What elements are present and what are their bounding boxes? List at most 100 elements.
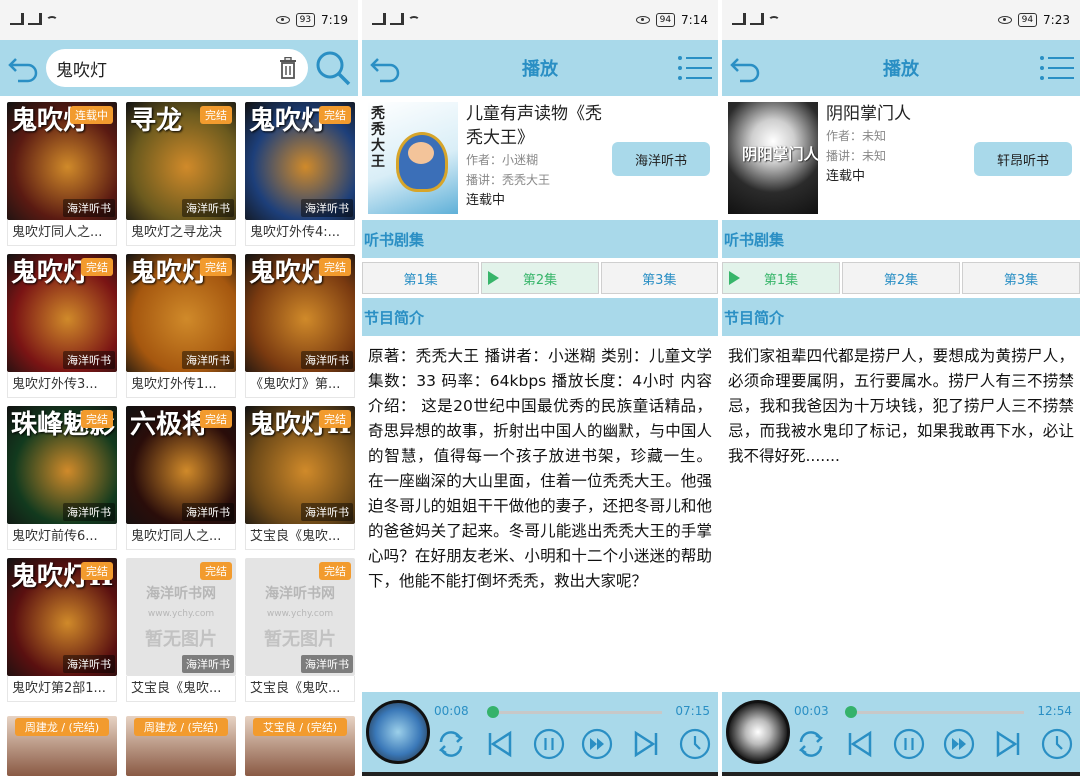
result-tile[interactable]: 寻龙 完结 海洋听书 鬼吹灯之寻龙决	[126, 102, 236, 254]
status-badge: 完结	[319, 258, 351, 276]
source-label: 海洋听书	[301, 351, 353, 369]
episodes-header: 听书剧集	[362, 220, 718, 258]
progress-knob[interactable]	[487, 706, 500, 718]
source-label: 海洋听书	[63, 199, 115, 217]
pause-icon[interactable]	[532, 727, 566, 765]
cover-title: 鬼吹灯	[11, 258, 90, 288]
narrator-value: 未知	[862, 149, 887, 163]
result-tile[interactable]: 鬼吹灯 完结 海洋听书 鬼吹灯外传1...	[126, 254, 236, 406]
fast-forward-icon[interactable]	[580, 727, 614, 765]
wifi-icon	[46, 15, 58, 25]
search-icon[interactable]	[314, 49, 352, 87]
narrator-badge: 艾宝良 / (完结)	[253, 718, 347, 736]
source-label: 海洋听书	[182, 655, 234, 673]
book-cover: 鬼吹灯 完结 海洋听书	[126, 254, 236, 372]
signal-icon	[750, 13, 764, 25]
status-badge: 完结	[81, 410, 113, 428]
placeholder-cover: 海洋听书网 www.ychy.com 暂无图片 完结 海洋听书	[126, 558, 236, 676]
result-tile[interactable]: 鬼吹灯 连载中 海洋听书 鬼吹灯同人之...	[7, 102, 117, 254]
next-icon[interactable]	[629, 727, 663, 765]
episode-button[interactable]: 第2集	[481, 262, 599, 294]
player-header: 播放	[362, 40, 718, 96]
playing-icon	[729, 271, 740, 285]
clock: 7:14	[681, 13, 708, 27]
episode-button[interactable]: 第1集	[362, 262, 480, 294]
search-header	[0, 40, 358, 96]
playlist-menu-icon[interactable]	[1040, 54, 1074, 82]
trash-icon[interactable]	[278, 57, 298, 79]
result-tile[interactable]: 海洋听书网 www.ychy.com 暂无图片 完结 海洋听书 艾宝良《鬼吹...	[245, 558, 355, 710]
episode-button[interactable]: 第2集	[842, 262, 960, 294]
source-button[interactable]: 轩昂听书	[974, 142, 1072, 176]
result-tile[interactable]: 鬼吹灯II 完结 海洋听书 艾宝良《鬼吹...	[245, 406, 355, 558]
cover-face	[408, 142, 434, 164]
player-header: 播放	[722, 40, 1080, 96]
tile-title: 艾宝良《鬼吹...	[126, 676, 236, 702]
placeholder-url: www.ychy.com	[266, 609, 334, 619]
status-badge: 完结	[200, 258, 232, 276]
episode-button[interactable]: 第1集	[722, 262, 840, 294]
repeat-icon[interactable]	[434, 727, 468, 765]
back-arrow-icon[interactable]	[368, 51, 402, 85]
status-bar: 93 7:19	[0, 0, 358, 40]
album-disc	[366, 700, 430, 764]
book-cover: 鬼吹灯 完结 海洋听书	[245, 254, 355, 372]
episode-button[interactable]: 第3集	[962, 262, 1080, 294]
placeholder-url: www.ychy.com	[147, 609, 215, 619]
result-tile[interactable]: 鬼吹灯II 完结 海洋听书 鬼吹灯第2部1...	[7, 558, 117, 710]
status-badge: 完结	[319, 410, 351, 428]
book-title: 阴阳掌门人	[826, 104, 911, 124]
status-badge: 完结	[200, 562, 232, 580]
source-label: 海洋听书	[301, 503, 353, 521]
book-cover: 艾宝良 / (完结)	[245, 716, 355, 776]
episode-label: 第3集	[642, 272, 677, 288]
result-tile[interactable]: 周建龙 / (完结)	[126, 716, 236, 776]
cover-title: 阴阳掌门人	[742, 145, 818, 164]
result-tile[interactable]: 周建龙 / (完结)	[7, 716, 117, 776]
tile-title: 鬼吹灯外传1...	[126, 372, 236, 398]
episode-list: 第1集 第2集 第3集	[362, 258, 718, 298]
result-tile[interactable]: 珠峰魅影 完结 海洋听书 鬼吹灯前传6...	[7, 406, 117, 558]
result-tile[interactable]: 六极将 完结 海洋听书 鬼吹灯同人之...	[126, 406, 236, 558]
clock: 7:19	[321, 13, 348, 27]
author-label: 作者：	[466, 153, 503, 167]
pause-icon[interactable]	[892, 727, 926, 765]
previous-icon[interactable]	[483, 727, 517, 765]
book-info: 秃秃大王 儿童有声读物《秃秃大王》 作者：小迷糊 播讲：秃秃大王 连载中 海洋听…	[362, 96, 718, 220]
back-arrow-icon[interactable]	[6, 51, 40, 85]
result-tile[interactable]: 鬼吹灯 完结 海洋听书 鬼吹灯外传4:...	[245, 102, 355, 254]
result-tile[interactable]: 鬼吹灯 完结 海洋听书 《鬼吹灯》第...	[245, 254, 355, 406]
playlist-menu-icon[interactable]	[678, 54, 712, 82]
back-arrow-icon[interactable]	[728, 51, 762, 85]
next-icon[interactable]	[991, 727, 1025, 765]
search-field[interactable]	[46, 49, 308, 87]
page-title: 播放	[522, 59, 558, 80]
progress-bar[interactable]	[844, 706, 1024, 718]
episode-button[interactable]: 第3集	[600, 262, 718, 294]
intro-text: 我们家祖辈四代都是捞尸人，要想成为黄捞尸人，必须命理要属阴，五行要属水。捞尸人有…	[728, 347, 1074, 465]
book-cover: 鬼吹灯II 完结 海洋听书	[7, 558, 117, 676]
progress-bar[interactable]	[487, 706, 662, 718]
source-label: 海洋听书	[301, 199, 353, 217]
tile-title: 艾宝良《鬼吹...	[245, 676, 355, 702]
source-label: 海洋听书	[301, 655, 353, 673]
timer-icon[interactable]	[678, 727, 712, 765]
result-tile[interactable]: 艾宝良 / (完结)	[245, 716, 355, 776]
search-input[interactable]	[56, 58, 278, 78]
previous-icon[interactable]	[843, 727, 877, 765]
repeat-icon[interactable]	[794, 727, 828, 765]
source-button[interactable]: 海洋听书	[612, 142, 710, 176]
result-tile[interactable]: 鬼吹灯 完结 海洋听书 鬼吹灯外传3...	[7, 254, 117, 406]
player-controls: 00:08 07:15	[362, 692, 718, 776]
search-screen: 93 7:19 鬼吹灯连载中海洋听书鬼吹灯同人之...寻龙完结海洋听书鬼吹灯之寻…	[0, 0, 358, 776]
battery-indicator: 94	[1017, 13, 1038, 27]
intro-header: 节目简介	[722, 298, 1080, 336]
timer-icon[interactable]	[1040, 727, 1074, 765]
result-tile[interactable]: 海洋听书网 www.ychy.com 暂无图片 完结 海洋听书 艾宝良《鬼吹...	[126, 558, 236, 710]
fast-forward-icon[interactable]	[942, 727, 976, 765]
source-label: 海洋听书	[182, 503, 234, 521]
status-badge: 完结	[319, 106, 351, 124]
battery-indicator: 94	[655, 13, 676, 27]
progress-knob[interactable]	[844, 706, 857, 718]
episode-label: 第3集	[1003, 272, 1039, 288]
